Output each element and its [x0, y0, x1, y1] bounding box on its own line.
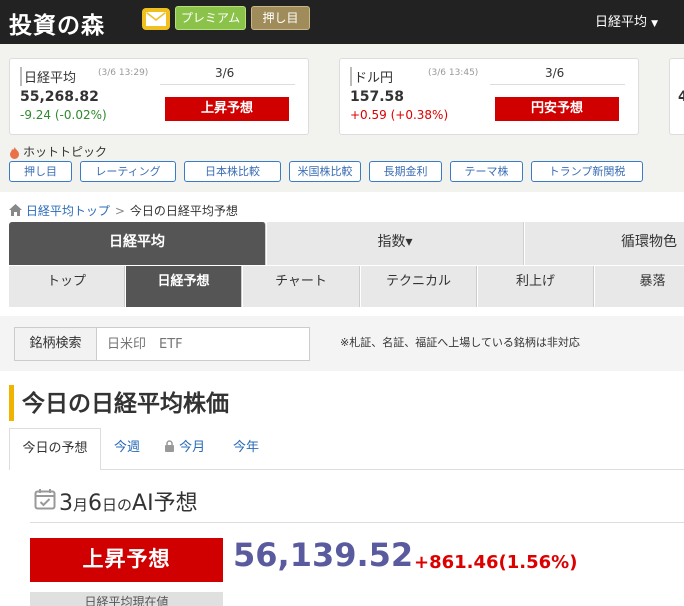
breadcrumb-separator: >	[114, 204, 125, 218]
quote-date: 3/6	[545, 66, 565, 80]
nikkei-menu-label: 日経平均	[595, 15, 648, 30]
premium-button[interactable]: プレミアム	[175, 6, 246, 30]
tab-this-year[interactable]: 今年	[233, 428, 259, 470]
quote-price: 4	[678, 89, 684, 105]
quote-price: 157.58	[350, 89, 405, 105]
quote-card-nikkei[interactable]: 日経平均 (3/6 13:29) 3/6 55,268.82 -9.24 (-0…	[9, 58, 309, 135]
tag-long-rate[interactable]: 長期金利	[369, 161, 442, 182]
ai-day: 6	[88, 491, 103, 516]
divider	[490, 84, 625, 85]
quote-card-usdjpy[interactable]: ドル円 (3/6 13:45) 3/6 157.58 +0.59 (+0.38%…	[339, 58, 639, 135]
tab-this-week[interactable]: 今週	[114, 428, 140, 470]
tag-us-stock-compare[interactable]: 米国株比較	[289, 161, 361, 182]
caret-down-icon: ▼	[651, 19, 659, 29]
tab-this-month[interactable]: 今月	[164, 428, 205, 470]
hot-topic-label: ホットトピック	[23, 145, 108, 159]
breadcrumb-current: 今日の日経平均予想	[129, 204, 238, 218]
subtab-nikkei-forecast[interactable]: 日経予想	[126, 266, 242, 307]
ai-month-unit: 月	[73, 496, 89, 514]
tab-index[interactable]: 指数▾	[267, 222, 524, 265]
ai-particle: の	[117, 496, 133, 514]
subtab-rate-hike[interactable]: 利上げ	[478, 266, 594, 307]
ai-predicted-price: 56,139.52	[233, 536, 414, 574]
prediction-badge[interactable]: 円安予想	[495, 97, 619, 121]
mail-icon[interactable]	[142, 8, 170, 30]
tag-oshime[interactable]: 押し目	[9, 161, 72, 182]
tag-trump-tariff[interactable]: トランプ新関税	[531, 161, 643, 182]
tab-today-forecast[interactable]: 今日の予想	[9, 428, 101, 470]
lock-icon	[164, 440, 175, 455]
quote-price: 55,268.82	[20, 89, 99, 105]
subtab-top[interactable]: トップ	[9, 266, 125, 307]
calendar-check-icon	[34, 488, 56, 514]
ai-prediction-badge[interactable]: 上昇予想	[30, 538, 223, 582]
oshime-button[interactable]: 押し目	[251, 6, 310, 30]
ai-predicted-change: +861.46(1.56%)	[414, 552, 578, 573]
title-accent-bar	[9, 385, 14, 421]
ai-day-unit: 日	[102, 496, 118, 514]
site-logo[interactable]: 投資の森	[9, 6, 105, 40]
subtab-crash[interactable]: 暴落	[595, 266, 684, 307]
stock-search-input[interactable]	[96, 327, 310, 361]
home-icon[interactable]	[9, 204, 22, 218]
quote-time: (3/6 13:45)	[428, 68, 479, 78]
divider	[30, 522, 684, 523]
tab-this-month-label: 今月	[179, 440, 206, 455]
subtab-technical[interactable]: テクニカル	[361, 266, 477, 307]
quote-name: 日経平均	[20, 67, 76, 86]
prediction-badge[interactable]: 上昇予想	[165, 97, 289, 121]
tag-rating[interactable]: レーティング	[80, 161, 176, 182]
quote-change: -9.24 (-0.02%)	[20, 108, 107, 122]
tab-nikkei[interactable]: 日経平均	[9, 222, 266, 265]
quote-date: 3/6	[215, 66, 235, 80]
quote-time: (3/6 13:29)	[98, 68, 149, 78]
nikkei-current-button[interactable]: 日経平均現在値	[30, 592, 223, 606]
nikkei-menu[interactable]: 日経平均 ▼	[595, 11, 658, 30]
breadcrumb-home-link[interactable]: 日経平均トップ	[26, 204, 110, 218]
search-label: 銘柄検索	[14, 327, 96, 361]
tag-jp-stock-compare[interactable]: 日本株比較	[184, 161, 281, 182]
tag-theme-stock[interactable]: テーマ株	[450, 161, 523, 182]
divider	[160, 84, 295, 85]
quote-name: ドル円	[350, 67, 393, 86]
tab-sector-rotation[interactable]: 循環物色	[525, 222, 684, 265]
subtab-chart[interactable]: チャート	[243, 266, 360, 307]
quote-change: +0.59 (+0.38%)	[350, 108, 449, 122]
ai-forecast-title: 3月6日のAI予想	[59, 485, 198, 517]
breadcrumb: 日経平均トップ > 今日の日経平均予想	[9, 202, 238, 219]
search-note: ※札証、名証、福証へ上場している銘柄は非対応	[340, 336, 580, 349]
page-title: 今日の日経平均株価	[22, 391, 229, 417]
ai-month: 3	[59, 491, 73, 516]
quote-card-partial[interactable]: 4	[669, 58, 684, 135]
ai-title-text: AI予想	[132, 491, 198, 516]
